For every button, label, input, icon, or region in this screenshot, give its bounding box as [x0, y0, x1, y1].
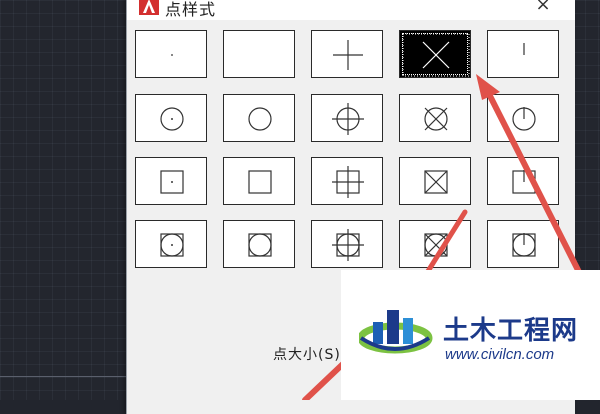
red-arrow-upper: [476, 74, 585, 281]
watermark: 土木工程网 www.civilcn.com: [341, 270, 600, 400]
civilcn-logo-icon: [359, 310, 433, 354]
watermark-url: www.civilcn.com: [445, 346, 555, 363]
watermark-title: 土木工程网: [443, 316, 579, 346]
red-arrow-lower: [302, 359, 348, 400]
